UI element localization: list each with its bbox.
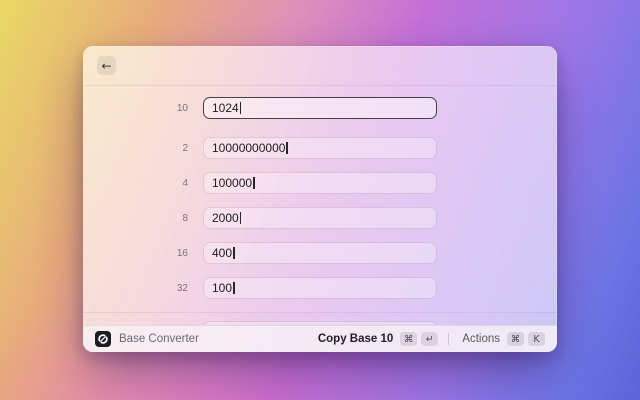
back-arrow-icon: ←	[101, 60, 111, 72]
base-input[interactable]: 2000	[203, 207, 437, 229]
form-row: 16 400	[83, 242, 557, 264]
form-rows: 10 1024 2 10000000000 4 100000 8 2000 16…	[83, 97, 557, 299]
primary-action-button[interactable]: Copy Base 10	[318, 333, 393, 345]
form-row: 2 10000000000	[83, 137, 557, 159]
form-section-divider	[83, 312, 557, 313]
base-label: 10	[83, 103, 188, 114]
base-input-value: 400	[212, 246, 232, 260]
window-header: ←	[83, 46, 557, 86]
base-input-value: 2000	[212, 211, 239, 225]
base-input[interactable]: 10000000000	[203, 137, 437, 159]
base-input[interactable]: 100	[203, 277, 437, 299]
base-input[interactable]: 1024	[203, 97, 437, 119]
back-button[interactable]: ←	[97, 56, 116, 75]
footer-actions: Copy Base 10 ⌘ ↵ Actions ⌘ K	[318, 332, 545, 346]
text-caret	[253, 177, 255, 189]
base-input-value: 100	[212, 281, 232, 295]
form-row: 32 100	[83, 277, 557, 299]
k-key: K	[528, 332, 545, 346]
base-input[interactable]: 100000	[203, 172, 437, 194]
cmd-key: ⌘	[400, 332, 417, 346]
base-input[interactable]: 400	[203, 242, 437, 264]
actions-menu-button[interactable]: Actions	[462, 333, 500, 345]
form-content: 10 1024 2 10000000000 4 100000 8 2000 16…	[83, 86, 557, 325]
form-row: 8 2000	[83, 207, 557, 229]
text-caret	[240, 212, 242, 224]
text-caret	[286, 142, 288, 154]
base-label: 32	[83, 283, 188, 294]
form-row: 10 1024	[83, 97, 557, 119]
base-label: 16	[83, 248, 188, 259]
text-caret	[233, 247, 235, 259]
text-caret	[233, 282, 235, 294]
return-key: ↵	[421, 332, 438, 346]
text-caret	[240, 102, 242, 114]
base-input-value: 1024	[212, 101, 239, 115]
status-bar: Base Converter Copy Base 10 ⌘ ↵ Actions …	[83, 325, 557, 352]
app-name: Base Converter	[119, 333, 199, 345]
base-converter-window: ← 10 1024 2 10000000000 4 100000 8 2000	[83, 46, 557, 352]
base-label: 2	[83, 143, 188, 154]
base-input-value: 10000000000	[212, 141, 285, 155]
base-input-value: 100000	[212, 176, 252, 190]
form-row: 4 100000	[83, 172, 557, 194]
cmd-key: ⌘	[507, 332, 524, 346]
base-label: 4	[83, 178, 188, 189]
base-converter-icon	[95, 331, 111, 347]
base-label: 8	[83, 213, 188, 224]
footer-divider	[448, 333, 449, 345]
